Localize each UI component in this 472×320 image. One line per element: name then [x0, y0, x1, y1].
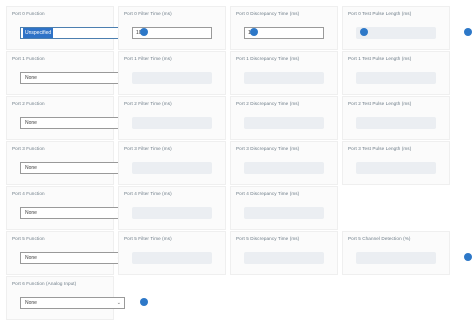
port-4-filter-label: Port 4 Filter Time (ms) [124, 191, 172, 196]
port-3-function-field: Port 3 Function None ⌄ [6, 141, 125, 185]
port-5-discrepancy-label: Port 5 Discrepancy Time (ms) [236, 236, 300, 241]
chevron-down-icon: ⌄ [116, 300, 121, 306]
port-1-function-select[interactable]: None ⌄ [20, 72, 125, 84]
port-0-function-value: Unspecified [23, 28, 54, 38]
port-4-function-field: Port 4 Function None ⌄ [6, 186, 125, 230]
port-3-discrepancy-label: Port 3 Discrepancy Time (ms) [236, 146, 300, 151]
port-0-filter-field: Port 0 Filter Time (ms) 10 [118, 6, 226, 50]
port-4-discrepancy-field: Port 4 Discrepancy Time (ms) [230, 186, 338, 230]
port-0-pulse-field: Port 0 Test Pulse Length (ms) [342, 6, 450, 50]
port-1-function-field: Port 1 Function None ⌄ [6, 51, 125, 95]
port-4-discrepancy-label: Port 4 Discrepancy Time (ms) [236, 191, 300, 196]
port-5-channel-input [356, 252, 436, 264]
port-0-function-label: Port 0 Function [12, 11, 45, 16]
port-1-filter-input [132, 72, 212, 84]
port-0-function-field: Port 0 Function Unspecified ⌄ [6, 6, 125, 50]
info-icon[interactable] [140, 28, 148, 36]
port-0-filter-label: Port 0 Filter Time (ms) [124, 11, 172, 16]
info-icon[interactable] [464, 253, 472, 261]
port-2-discrepancy-label: Port 2 Discrepancy Time (ms) [236, 101, 300, 106]
port-1-pulse-input [356, 72, 436, 84]
empty-cell [342, 186, 450, 230]
port-4-discrepancy-input [244, 207, 324, 219]
port-2-function-value: None [25, 120, 37, 126]
info-icon[interactable] [464, 28, 472, 36]
port-3-function-label: Port 3 Function [12, 146, 45, 151]
port-1-pulse-field: Port 1 Test Pulse Length (ms) [342, 51, 450, 95]
port-5-function-field: Port 5 Function None ⌄ [6, 231, 125, 275]
port-3-discrepancy-field: Port 3 Discrepancy Time (ms) [230, 141, 338, 185]
port-2-filter-input [132, 117, 212, 129]
port-0-pulse-input [356, 27, 436, 39]
port-1-filter-label: Port 1 Filter Time (ms) [124, 56, 172, 61]
port-5-function-select[interactable]: None ⌄ [20, 252, 125, 264]
port-3-pulse-label: Port 3 Test Pulse Length (ms) [348, 146, 412, 151]
port-1-discrepancy-field: Port 1 Discrepancy Time (ms) [230, 51, 338, 95]
port-0-discrepancy-field: Port 0 Discrepancy Time (ms) 10 [230, 6, 338, 50]
port-5-discrepancy-field: Port 5 Discrepancy Time (ms) [230, 231, 338, 275]
port-0-function-select[interactable]: Unspecified ⌄ [20, 27, 125, 39]
port-0-pulse-label: Port 0 Test Pulse Length (ms) [348, 11, 412, 16]
port-3-pulse-field: Port 3 Test Pulse Length (ms) [342, 141, 450, 185]
port-5-channel-field: Port 5 Channel Detection (%) [342, 231, 450, 275]
port-2-filter-label: Port 2 Filter Time (ms) [124, 101, 172, 106]
port-2-function-select[interactable]: None ⌄ [20, 117, 125, 129]
port-3-discrepancy-input [244, 162, 324, 174]
port-4-function-select[interactable]: None ⌄ [20, 207, 125, 219]
port-5-filter-field: Port 5 Filter Time (ms) [118, 231, 226, 275]
port-2-discrepancy-field: Port 2 Discrepancy Time (ms) [230, 96, 338, 140]
port-5-filter-label: Port 5 Filter Time (ms) [124, 236, 172, 241]
info-icon[interactable] [360, 28, 368, 36]
port-3-filter-field: Port 3 Filter Time (ms) [118, 141, 226, 185]
port-1-discrepancy-label: Port 1 Discrepancy Time (ms) [236, 56, 300, 61]
port-1-filter-field: Port 1 Filter Time (ms) [118, 51, 226, 95]
port-2-filter-field: Port 2 Filter Time (ms) [118, 96, 226, 140]
port-5-function-value: None [25, 255, 37, 261]
port-2-discrepancy-input [244, 117, 324, 129]
port-3-filter-label: Port 3 Filter Time (ms) [124, 146, 172, 151]
port-1-pulse-label: Port 1 Test Pulse Length (ms) [348, 56, 412, 61]
port-5-discrepancy-input [244, 252, 324, 264]
port-6-function-field: Port 6 Function (Analog Input) None ⌄ [6, 276, 125, 320]
port-2-function-label: Port 2 Function [12, 101, 45, 106]
port-1-discrepancy-input [244, 72, 324, 84]
port-4-function-value: None [25, 210, 37, 216]
port-6-function-label: Port 6 Function (Analog Input) [12, 281, 77, 286]
port-5-filter-input [132, 252, 212, 264]
port-6-function-value: None [25, 300, 37, 306]
info-icon[interactable] [140, 298, 148, 306]
port-2-pulse-label: Port 2 Test Pulse Length (ms) [348, 101, 412, 106]
port-1-function-label: Port 1 Function [12, 56, 45, 61]
port-4-filter-field: Port 4 Filter Time (ms) [118, 186, 226, 230]
port-4-function-label: Port 4 Function [12, 191, 45, 196]
port-4-filter-input [132, 207, 212, 219]
port-0-discrepancy-label: Port 0 Discrepancy Time (ms) [236, 11, 300, 16]
port-1-function-value: None [25, 75, 37, 81]
port-3-function-value: None [25, 165, 37, 171]
port-2-function-field: Port 2 Function None ⌄ [6, 96, 125, 140]
port-config-grid: Port 0 Function Unspecified ⌄ Port 0 Fil… [6, 6, 450, 320]
port-2-pulse-input [356, 117, 436, 129]
port-5-function-label: Port 5 Function [12, 236, 45, 241]
port-6-function-select[interactable]: None ⌄ [20, 297, 125, 309]
port-3-function-select[interactable]: None ⌄ [20, 162, 125, 174]
port-3-pulse-input [356, 162, 436, 174]
port-3-filter-input [132, 162, 212, 174]
port-2-pulse-field: Port 2 Test Pulse Length (ms) [342, 96, 450, 140]
info-icon[interactable] [250, 28, 258, 36]
port-5-channel-label: Port 5 Channel Detection (%) [348, 236, 411, 241]
